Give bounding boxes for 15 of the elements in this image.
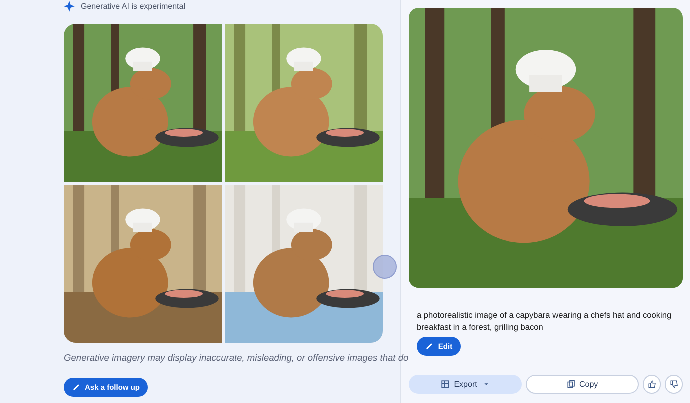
thumbs-up-button[interactable] — [643, 375, 662, 394]
thumbs-up-icon — [648, 380, 657, 389]
pencil-icon — [425, 342, 434, 351]
sheet-icon — [441, 380, 450, 389]
copy-icon — [566, 380, 576, 389]
thumbs-down-button[interactable] — [665, 375, 684, 394]
copy-button[interactable]: Copy — [526, 375, 640, 394]
export-button[interactable]: Export — [409, 375, 522, 394]
sparkle-icon — [64, 1, 75, 12]
prompt-text: a photorealistic image of a capybara wearing a chefs hat and cooking breakfast in a forest, grilling bacon — [417, 309, 673, 333]
pencil-icon — [72, 383, 81, 392]
experimental-notice: Generative AI is experimental — [81, 2, 186, 11]
caret-icon — [484, 383, 490, 386]
disclaimer-text: Generative imagery may display inaccurate, misleading, or offensive images that do — [64, 352, 409, 364]
thumbs-down-icon — [670, 380, 679, 389]
